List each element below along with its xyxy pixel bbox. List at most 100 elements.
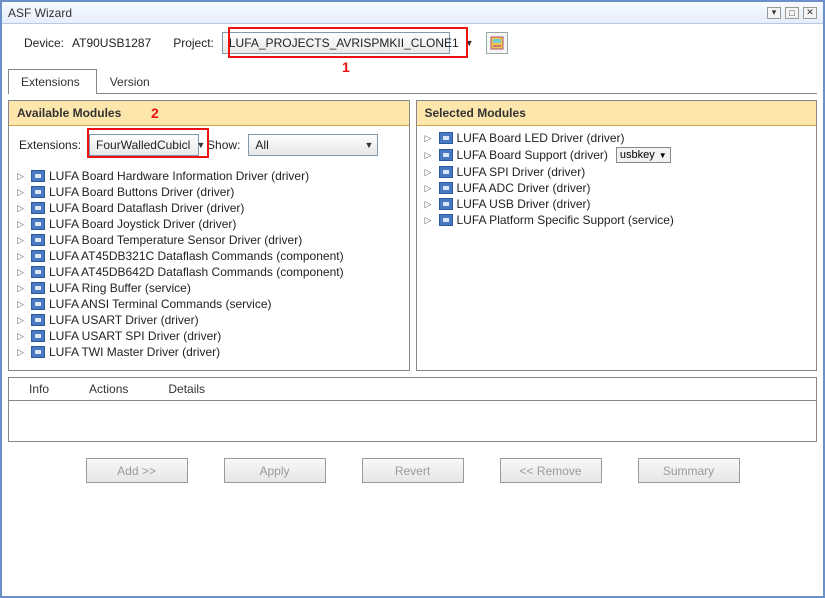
expand-icon: ▷ xyxy=(425,215,435,226)
footer-buttons: Add >> Apply Revert << Remove Summary xyxy=(2,442,823,497)
tree-item[interactable]: ▷LUFA TWI Master Driver (driver) xyxy=(17,344,401,360)
tree-item-label: LUFA Board LED Driver (driver) xyxy=(457,131,625,145)
expand-icon: ▷ xyxy=(425,150,435,161)
asf-wizard-window: ASF Wizard ▾ □ ✕ Device: AT90USB1287 Pro… xyxy=(0,0,825,598)
tree-item-label: LUFA Board Dataflash Driver (driver) xyxy=(49,201,244,215)
chevron-down-icon: ▼ xyxy=(196,140,205,150)
module-icon xyxy=(31,266,45,278)
expand-icon: ▷ xyxy=(425,167,435,178)
device-label: Device: xyxy=(24,36,64,50)
module-icon xyxy=(439,149,453,161)
tree-item[interactable]: ▷LUFA Board Hardware Information Driver … xyxy=(17,168,401,184)
tab-extensions[interactable]: Extensions xyxy=(8,69,97,94)
extensions-select-value: FourWalledCubicl xyxy=(96,138,190,152)
module-icon xyxy=(31,186,45,198)
show-select-value: All xyxy=(255,138,268,152)
tab-actions[interactable]: Actions xyxy=(69,378,148,400)
module-icon xyxy=(31,170,45,182)
tree-item-label: LUFA ADC Driver (driver) xyxy=(457,181,591,195)
tree-item-label: LUFA USB Driver (driver) xyxy=(457,197,591,211)
dropdown-icon[interactable]: ▾ xyxy=(767,7,781,19)
variant-select[interactable]: usbkey ▼ xyxy=(616,147,671,163)
panels: Available Modules 2 Extensions: FourWall… xyxy=(2,94,823,377)
tree-item[interactable]: ▷ LUFA Board Temperature Sensor Driver (d… xyxy=(17,232,401,248)
expand-icon: ▷ xyxy=(17,267,27,278)
tree-item[interactable]: ▷ LUFA AT45DB321C Dataflash Commands (com… xyxy=(17,248,401,264)
chevron-down-icon: ▼ xyxy=(659,151,667,160)
available-modules-tree: ▷ LUFA Board Hardware Information Driver … xyxy=(9,164,409,370)
close-icon[interactable]: ✕ xyxy=(803,7,817,19)
project-label: Project: xyxy=(173,36,214,50)
expand-icon: ▷ xyxy=(17,347,27,358)
variant-value: usbkey xyxy=(620,149,655,161)
expand-icon: ▷ xyxy=(17,235,27,246)
extensions-label: Extensions: xyxy=(19,138,81,152)
tree-item-label: LUFA USART SPI Driver (driver) xyxy=(49,329,221,343)
tree-item[interactable]: ▷ LUFA ADC Driver (driver) xyxy=(425,180,809,196)
show-select[interactable]: All ▼ xyxy=(248,134,378,156)
titlebar: ASF Wizard ▾ □ ✕ xyxy=(2,2,823,24)
module-icon xyxy=(439,166,453,178)
tab-info[interactable]: Info xyxy=(9,378,69,400)
extensions-select[interactable]: FourWalledCubicl ▼ xyxy=(89,134,199,156)
module-icon xyxy=(31,346,45,358)
tree-item-label: LUFA ANSI Terminal Commands (service) xyxy=(49,297,272,311)
module-icon xyxy=(31,250,45,262)
tree-item[interactable]: ▷LUFA USB Driver (driver) xyxy=(425,196,809,212)
tree-item-label: LUFA Board Support (driver) xyxy=(457,148,608,162)
available-modules-title: Available Modules xyxy=(17,106,121,120)
tree-item-label: LUFA SPI Driver (driver) xyxy=(457,165,586,179)
module-icon xyxy=(31,282,45,294)
tab-details[interactable]: Details xyxy=(148,378,225,400)
tree-item[interactable]: ▷LUFA Board Dataflash Driver (driver) xyxy=(17,200,401,216)
selected-modules-panel: Selected Modules ▷LUFA Board LED Driver … xyxy=(416,100,818,371)
tree-item[interactable]: ▷LUFA Board Buttons Driver (driver) xyxy=(17,184,401,200)
remove-button[interactable]: << Remove xyxy=(500,458,602,483)
tree-item[interactable]: ▷ LUFA USART Driver (driver) xyxy=(17,312,401,328)
available-modules-header: Available Modules 2 xyxy=(9,101,409,126)
apply-button[interactable]: Apply xyxy=(224,458,326,483)
summary-button[interactable]: Summary xyxy=(638,458,740,483)
toolbar: Device: AT90USB1287 Project: LUFA_PROJEC… xyxy=(2,24,823,58)
module-icon xyxy=(439,214,453,226)
project-select[interactable]: LUFA_PROJECTS_AVRISPMKII_CLONE1 ▼ xyxy=(222,32,450,54)
module-icon xyxy=(31,314,45,326)
tree-item-label: LUFA AT45DB321C Dataflash Commands (comp… xyxy=(49,249,344,263)
expand-icon: ▷ xyxy=(425,133,435,144)
tree-item[interactable]: ▷LUFA Ring Buffer (service) xyxy=(17,280,401,296)
tree-item[interactable]: ▷ LUFA Board Support (driver) usbkey ▼ xyxy=(425,146,809,164)
device-value: AT90USB1287 xyxy=(72,36,151,50)
tree-item[interactable]: ▷LUFA Board Joystick Driver (driver) xyxy=(17,216,401,232)
info-tabs: Info Actions Details xyxy=(9,378,816,401)
tree-item[interactable]: ▷ LUFA SPI Driver (driver) xyxy=(425,164,809,180)
expand-icon: ▷ xyxy=(17,315,27,326)
board-icon-button[interactable] xyxy=(486,32,508,54)
available-modules-panel: Available Modules 2 Extensions: FourWall… xyxy=(8,100,410,371)
module-icon xyxy=(31,218,45,230)
tree-item-label: LUFA Board Joystick Driver (driver) xyxy=(49,217,236,231)
tree-item-label: LUFA Board Hardware Information Driver (… xyxy=(49,169,309,183)
tree-item[interactable]: ▷LUFA ANSI Terminal Commands (service) xyxy=(17,296,401,312)
show-label: Show: xyxy=(207,138,240,152)
filter-row: Extensions: FourWalledCubicl ▼ Show: All… xyxy=(9,126,409,164)
tree-item-label: LUFA Board Buttons Driver (driver) xyxy=(49,185,234,199)
module-icon xyxy=(439,182,453,194)
tab-version[interactable]: Version xyxy=(97,69,167,94)
tree-item-label: LUFA USART Driver (driver) xyxy=(49,313,199,327)
module-icon xyxy=(31,298,45,310)
tree-item[interactable]: ▷ LUFA USART SPI Driver (driver) xyxy=(17,328,401,344)
expand-icon: ▷ xyxy=(425,183,435,194)
expand-icon: ▷ xyxy=(17,251,27,262)
tree-item-label: LUFA AT45DB642D Dataflash Commands (comp… xyxy=(49,265,344,279)
tree-item[interactable]: ▷LUFA Platform Specific Support (service… xyxy=(425,212,809,228)
expand-icon: ▷ xyxy=(17,331,27,342)
module-icon xyxy=(31,202,45,214)
tree-item[interactable]: ▷ LUFA AT45DB642D Dataflash Commands (com… xyxy=(17,264,401,280)
tree-item[interactable]: ▷ LUFA Board LED Driver (driver) xyxy=(425,130,809,146)
maximize-icon[interactable]: □ xyxy=(785,7,799,19)
tree-item-label: LUFA Ring Buffer (service) xyxy=(49,281,191,295)
chevron-down-icon: ▼ xyxy=(465,38,474,48)
add-button[interactable]: Add >> xyxy=(86,458,188,483)
tree-item-label: LUFA Board Temperature Sensor Driver (dr… xyxy=(49,233,302,247)
revert-button[interactable]: Revert xyxy=(362,458,464,483)
